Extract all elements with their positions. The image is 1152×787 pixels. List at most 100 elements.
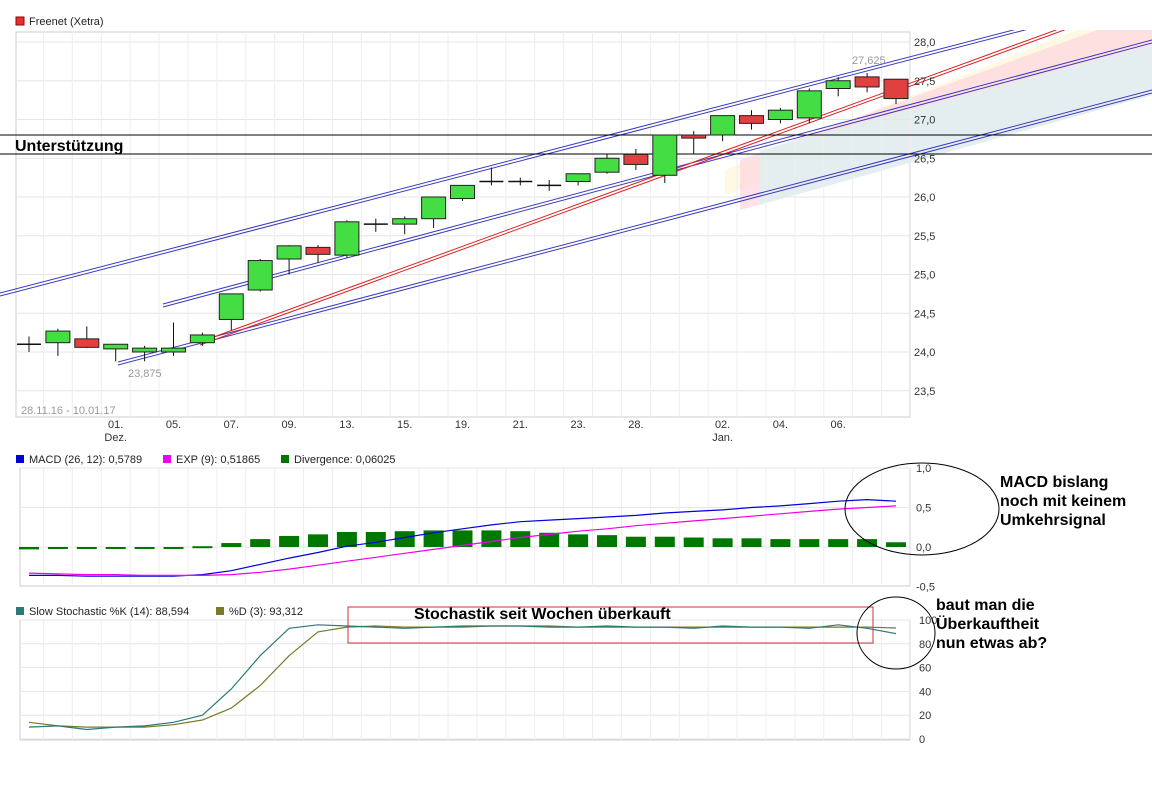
month-label: Jan. [712, 432, 733, 444]
stochastic-y-tick-label: 20 [919, 710, 931, 722]
stochastic-y-tick-label: 80 [919, 639, 931, 651]
divergence-bar [568, 534, 589, 547]
divergence-bar [308, 534, 328, 547]
divergence-bar [134, 547, 155, 549]
divergence-bar [886, 542, 906, 547]
date-x-tick-label: 13. [339, 419, 354, 431]
macd-y-tick-label: 0,0 [916, 542, 931, 554]
candle-body [710, 115, 736, 136]
date-x-tick-label: 28. [628, 419, 643, 431]
stochastic-side-annotation-line3: nun etwas ab? [936, 635, 1047, 652]
candle-body [103, 343, 129, 350]
candle-body [854, 76, 880, 88]
candle-body [681, 134, 707, 139]
legend-swatch-divergence [281, 455, 289, 463]
price-y-tick-label: 26,5 [914, 153, 935, 165]
price-y-tick-label: 23,5 [914, 386, 935, 398]
macd-annotation-line3: Umkehrsignal [1000, 512, 1106, 529]
divergence-bar [76, 547, 97, 549]
stochastic-side-annotation-line2: Überkauftheit [936, 614, 1040, 633]
stochastic-plot-area [19, 619, 911, 741]
divergence-bar [799, 539, 820, 547]
price-y-tick-label: 24,5 [914, 308, 935, 320]
macd-panel: 1,0 0,5 0,0 -0,5 MACD (26, 12): 0,5789 EXP … [16, 454, 1126, 594]
date-x-tick-label: 19. [455, 419, 470, 431]
price-y-tick-label: 27,0 [914, 115, 935, 127]
support-annotation: Unterstützung [15, 138, 123, 155]
candle-body [825, 80, 851, 89]
macd-y-ticks: 1,0 0,5 0,0 -0,5 [916, 463, 935, 594]
macd-annotation-line1: MACD bislang [1000, 474, 1108, 491]
candle-body [392, 218, 418, 225]
candle-body [74, 338, 100, 348]
divergence-bar [365, 531, 386, 547]
divergence-bar [857, 539, 878, 547]
macd-y-tick-label: 0,5 [916, 503, 931, 515]
candle-body [247, 260, 273, 291]
divergence-bar [741, 538, 762, 547]
divergence-bar [163, 547, 184, 549]
price-y-tick-label: 28,0 [914, 37, 935, 49]
legend-exp: EXP (9): 0,51865 [176, 454, 260, 466]
overbought-annotation: Stochastik seit Wochen überkauft [414, 606, 671, 623]
legend-swatch-macd [16, 455, 24, 463]
divergence-bar [279, 535, 300, 547]
date-x-ticks: 01. 05. 07. 09. 13. 15. 19. 21. 23. 28. 02. 04. 06. D… [104, 419, 845, 444]
candle-body [276, 245, 302, 260]
price-y-tick-label: 25,0 [914, 270, 935, 282]
low-price-label: 23,875 [128, 368, 162, 380]
price-y-tick-label: 24,0 [914, 347, 935, 359]
macd-annotation-line2: noch mit keinem [1000, 493, 1126, 510]
divergence-bar [625, 536, 646, 547]
price-panel: 28,0 27,5 27,0 26,5 26,0 25,5 25,0 24,5 24,0 23,5… [0, 16, 1152, 444]
divergence-bar [192, 546, 213, 549]
macd-y-tick-label: 1,0 [916, 463, 931, 475]
divergence-bar [654, 536, 675, 547]
candle-body [739, 115, 764, 124]
legend-divergence: Divergence: 0,06025 [294, 454, 396, 466]
divergence-bar [221, 543, 242, 547]
divergence-bar [510, 531, 531, 547]
month-label: Dez. [104, 432, 127, 444]
date-x-tick-label: 06. [831, 419, 846, 431]
date-x-tick-label: 21. [513, 419, 528, 431]
candle-body [421, 196, 447, 220]
legend-freenet: Freenet (Xetra) [29, 16, 104, 28]
legend-swatch-d [216, 607, 224, 615]
divergence-bar [597, 535, 617, 547]
stochastic-y-tick-label: 0 [919, 734, 925, 746]
macd-y-tick-label: -0,5 [916, 582, 935, 594]
divergence-bar [19, 547, 39, 550]
date-x-tick-label: 01. [108, 419, 123, 431]
candle-body [652, 134, 678, 176]
divergence-bar [105, 547, 126, 549]
legend-swatch-k [16, 607, 24, 615]
date-range-label: 28.11.16 - 10.01.17 [21, 405, 116, 417]
stochastic-y-tick-label: 40 [919, 686, 931, 698]
divergence-bar [683, 537, 704, 547]
candle-body [594, 157, 620, 173]
stochastic-panel: 100806040200 Slow Stochastic %K (14): 88… [16, 596, 1047, 746]
candle-body [132, 347, 158, 353]
date-x-tick-label: 07. [224, 419, 239, 431]
stochastic-side-annotation-line1: baut man die [936, 597, 1035, 614]
legend-slow-stochastic: Slow Stochastic %K (14): 88,594 [29, 606, 189, 618]
divergence-bar [712, 538, 733, 547]
candle-body [883, 78, 909, 100]
date-x-tick-label: 15. [397, 419, 412, 431]
macd-plot-area [19, 467, 911, 587]
divergence-bar [250, 539, 271, 547]
candle-body [623, 153, 649, 165]
date-x-tick-label: 04. [773, 419, 788, 431]
stochastic-y-tick-label: 60 [919, 663, 931, 675]
divergence-bar [828, 539, 849, 547]
legend-d: %D (3): 93,312 [229, 606, 303, 618]
price-y-tick-label: 26,0 [914, 192, 935, 204]
high-price-label: 27,625 [852, 55, 886, 67]
legend-swatch-freenet [15, 16, 25, 26]
price-y-tick-label: 27,5 [914, 76, 935, 88]
date-x-tick-label: 09. [281, 419, 296, 431]
price-plot-area [15, 31, 911, 418]
price-y-tick-label: 25,5 [914, 231, 935, 243]
candle-body [189, 334, 215, 344]
